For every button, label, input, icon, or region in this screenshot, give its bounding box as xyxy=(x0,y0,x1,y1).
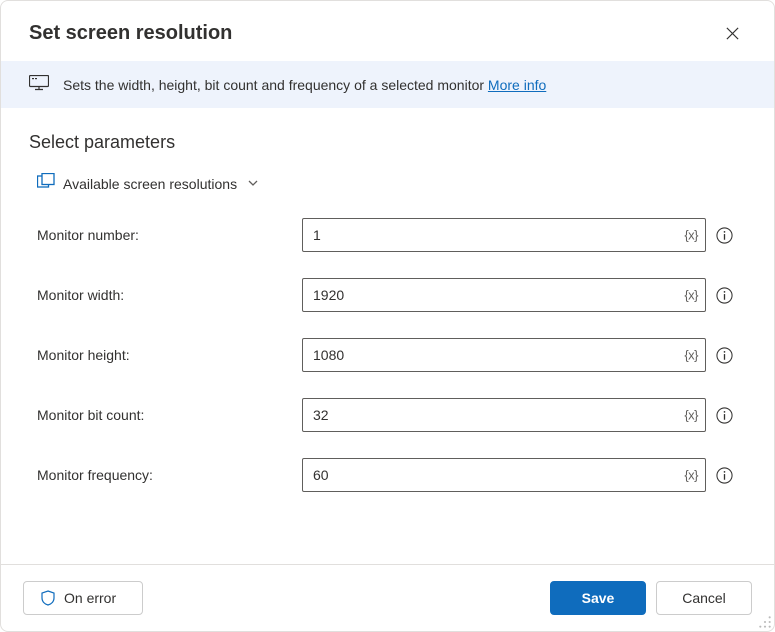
param-row-monitor-number: Monitor number: {x} xyxy=(29,218,746,252)
param-field: {x} xyxy=(302,218,706,252)
param-label: Monitor bit count: xyxy=(37,407,302,423)
param-field: {x} xyxy=(302,338,706,372)
info-icon[interactable] xyxy=(716,467,733,484)
close-icon xyxy=(725,26,740,41)
info-banner: Sets the width, height, bit count and fr… xyxy=(1,61,774,108)
on-error-label: On error xyxy=(64,590,116,606)
dialog-content: Select parameters Available screen resol… xyxy=(1,108,774,564)
param-label: Monitor number: xyxy=(37,227,302,243)
cancel-button[interactable]: Cancel xyxy=(656,581,752,615)
monitor-height-input[interactable] xyxy=(302,338,706,372)
info-icon[interactable] xyxy=(716,407,733,424)
close-button[interactable] xyxy=(718,19,746,47)
footer-actions: Save Cancel xyxy=(550,581,752,615)
variables-icon xyxy=(37,173,55,194)
param-field: {x} xyxy=(302,458,706,492)
dialog-header: Set screen resolution xyxy=(1,1,774,61)
param-field: {x} xyxy=(302,278,706,312)
insert-variable-button[interactable]: {x} xyxy=(684,468,698,483)
info-icon[interactable] xyxy=(716,287,733,304)
available-resolutions-toggle[interactable]: Available screen resolutions xyxy=(29,173,746,194)
available-resolutions-label: Available screen resolutions xyxy=(63,176,237,192)
info-icon[interactable] xyxy=(716,347,733,364)
param-label: Monitor width: xyxy=(37,287,302,303)
info-icon[interactable] xyxy=(716,227,733,244)
param-row-monitor-bit-count: Monitor bit count: {x} xyxy=(29,398,746,432)
on-error-button[interactable]: On error xyxy=(23,581,143,615)
param-row-monitor-height: Monitor height: {x} xyxy=(29,338,746,372)
param-label: Monitor frequency: xyxy=(37,467,302,483)
dialog: Set screen resolution Sets the width, he… xyxy=(0,0,775,632)
workstation-icon xyxy=(29,75,49,94)
param-row-monitor-width: Monitor width: {x} xyxy=(29,278,746,312)
monitor-bit-count-input[interactable] xyxy=(302,398,706,432)
param-label: Monitor height: xyxy=(37,347,302,363)
param-row-monitor-frequency: Monitor frequency: {x} xyxy=(29,458,746,492)
more-info-link[interactable]: More info xyxy=(488,77,546,93)
insert-variable-button[interactable]: {x} xyxy=(684,348,698,363)
monitor-frequency-input[interactable] xyxy=(302,458,706,492)
section-title: Select parameters xyxy=(29,132,746,153)
insert-variable-button[interactable]: {x} xyxy=(684,288,698,303)
insert-variable-button[interactable]: {x} xyxy=(684,228,698,243)
monitor-width-input[interactable] xyxy=(302,278,706,312)
dialog-footer: On error Save Cancel xyxy=(1,564,774,631)
monitor-number-input[interactable] xyxy=(302,218,706,252)
chevron-down-icon xyxy=(247,176,259,192)
banner-text: Sets the width, height, bit count and fr… xyxy=(63,77,546,93)
dialog-title: Set screen resolution xyxy=(29,22,232,45)
param-field: {x} xyxy=(302,398,706,432)
save-button[interactable]: Save xyxy=(550,581,646,615)
insert-variable-button[interactable]: {x} xyxy=(684,408,698,423)
shield-icon xyxy=(40,590,56,606)
